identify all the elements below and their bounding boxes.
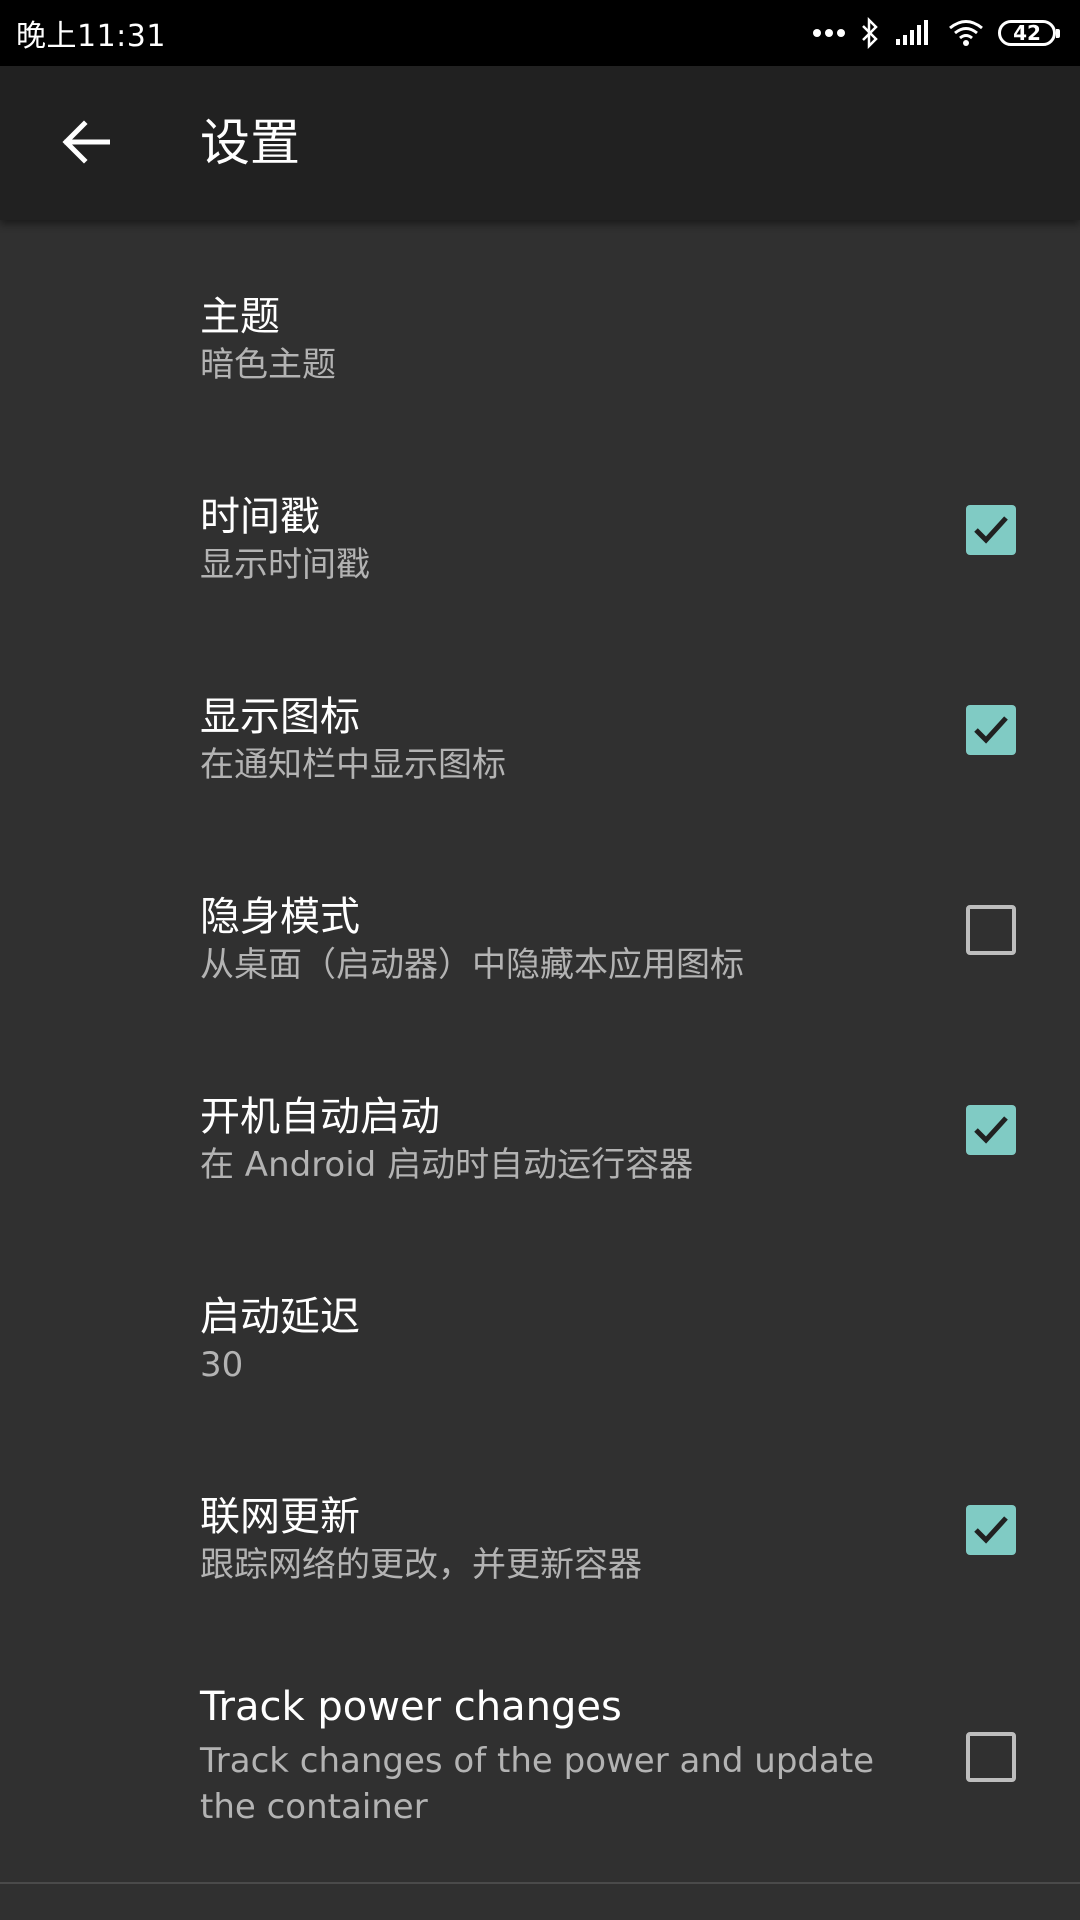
checkmark-icon bbox=[974, 1116, 1008, 1144]
setting-title: Track power changes bbox=[200, 1684, 622, 1730]
signal-icon bbox=[894, 19, 934, 47]
setting-title: 启动延迟 bbox=[200, 1294, 360, 1340]
setting-title: 显示图标 bbox=[200, 694, 360, 740]
status-time: 晚上11:31 bbox=[16, 19, 166, 54]
setting-timestamp[interactable]: 时间戳 显示时间戳 bbox=[0, 420, 1080, 620]
timestamp-checkbox[interactable] bbox=[966, 505, 1016, 555]
setting-summary: 在通知栏中显示图标 bbox=[200, 745, 506, 785]
setting-title: 主题 bbox=[200, 294, 280, 340]
battery-icon: 42 bbox=[998, 20, 1060, 46]
back-button[interactable] bbox=[36, 94, 136, 194]
setting-start-delay[interactable]: 启动延迟 30 bbox=[0, 1220, 1080, 1420]
setting-summary: 跟踪网络的更改，并更新容器 bbox=[200, 1545, 642, 1585]
stealth-mode-checkbox[interactable] bbox=[966, 905, 1016, 955]
setting-title: 时间戳 bbox=[200, 494, 320, 540]
setting-title: 隐身模式 bbox=[200, 894, 360, 940]
setting-summary: 显示时间戳 bbox=[200, 545, 370, 585]
setting-autostart[interactable]: 开机自动启动 在 Android 启动时自动运行容器 bbox=[0, 1020, 1080, 1220]
setting-stealth-mode[interactable]: 隐身模式 从桌面（启动器）中隐藏本应用图标 bbox=[0, 820, 1080, 1020]
setting-summary: 30 bbox=[200, 1345, 244, 1385]
list-divider bbox=[0, 1882, 1080, 1884]
setting-summary: 从桌面（启动器）中隐藏本应用图标 bbox=[200, 945, 744, 985]
setting-show-icon[interactable]: 显示图标 在通知栏中显示图标 bbox=[0, 620, 1080, 820]
setting-title: 开机自动启动 bbox=[200, 1094, 440, 1140]
app-toolbar: 设置 bbox=[0, 66, 1080, 220]
setting-summary: 在 Android 启动时自动运行容器 bbox=[200, 1145, 694, 1185]
setting-title: 联网更新 bbox=[200, 1494, 360, 1540]
setting-network-update[interactable]: 联网更新 跟踪网络的更改，并更新容器 bbox=[0, 1420, 1080, 1620]
status-bar: 晚上11:31 42 bbox=[0, 0, 1080, 66]
network-update-checkbox[interactable] bbox=[966, 1505, 1016, 1555]
setting-summary: Track changes of the power and update th… bbox=[200, 1741, 875, 1827]
checkmark-icon bbox=[974, 716, 1008, 744]
autostart-checkbox[interactable] bbox=[966, 1105, 1016, 1155]
wifi-icon bbox=[948, 19, 984, 47]
status-icons: 42 bbox=[812, 17, 1060, 49]
more-dots-icon bbox=[812, 28, 846, 38]
checkmark-icon bbox=[974, 516, 1008, 544]
setting-track-power[interactable]: Track power changes Track changes of the… bbox=[0, 1620, 1080, 1880]
bluetooth-icon bbox=[860, 17, 880, 49]
show-icon-checkbox[interactable] bbox=[966, 705, 1016, 755]
checkmark-icon bbox=[974, 1516, 1008, 1544]
setting-theme[interactable]: 主题 暗色主题 bbox=[0, 220, 1080, 420]
arrow-back-icon bbox=[62, 120, 111, 168]
track-power-checkbox[interactable] bbox=[966, 1732, 1016, 1782]
page-title: 设置 bbox=[200, 114, 300, 172]
setting-summary: 暗色主题 bbox=[200, 345, 336, 385]
